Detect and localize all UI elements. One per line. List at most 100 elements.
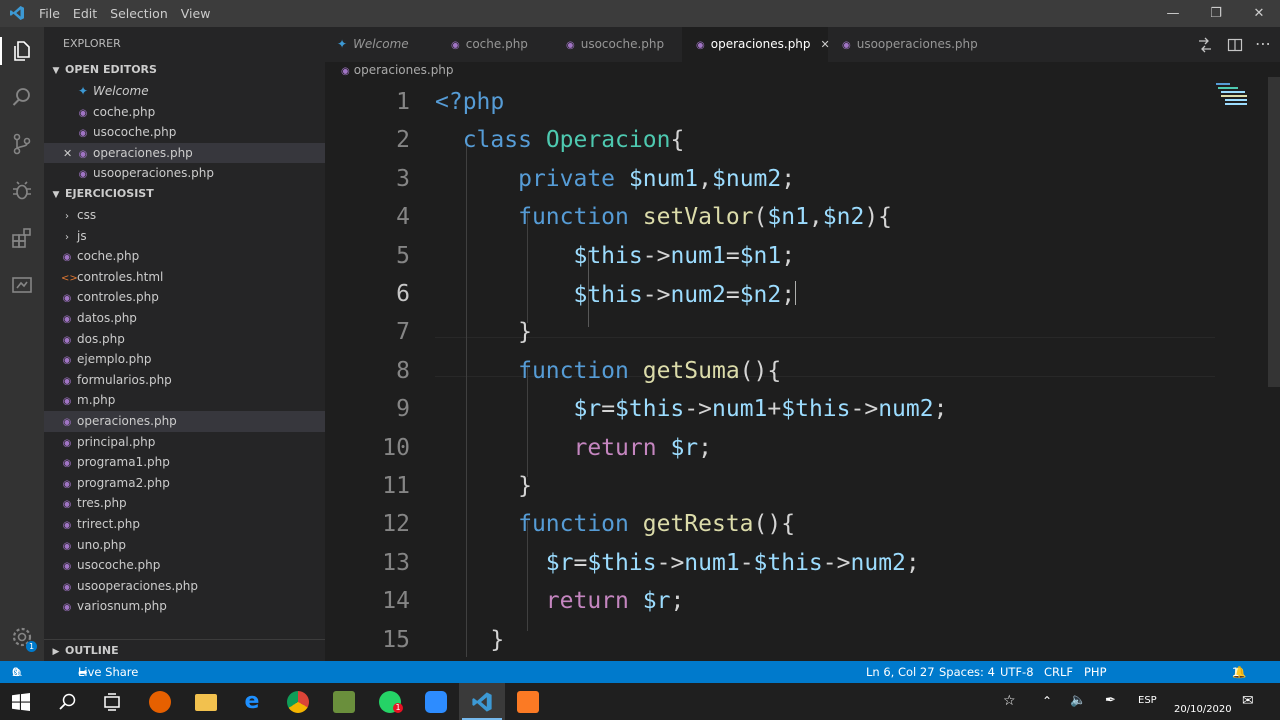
file-item[interactable]: ◉ tres.php [44, 493, 325, 514]
remote-explorer-icon[interactable] [10, 273, 34, 297]
clock-date[interactable]: 20/10/2020 [1174, 704, 1232, 715]
chevron-right-icon: › [65, 211, 69, 222]
people-icon[interactable]: ☆ [1003, 693, 1016, 709]
language-mode[interactable]: PHP [1084, 661, 1107, 683]
split-editor-icon[interactable] [1227, 37, 1243, 53]
code-editor[interactable]: 1 2 3 4 5 6 7 8 9 10 11 12 13 14 15 <?ph… [325, 89, 1280, 661]
open-editor-operaciones[interactable]: ✕ ◉ operaciones.php [44, 142, 325, 164]
menu-view[interactable]: View [181, 0, 211, 27]
explorer-icon[interactable] [10, 39, 34, 63]
open-editor-usocoche[interactable]: ◉ usocoche.php [44, 122, 325, 143]
indent-guide [527, 521, 528, 631]
indentation[interactable]: Spaces: 4 [939, 661, 995, 683]
file-item[interactable]: ◉ principal.php [44, 432, 325, 453]
file-item[interactable]: ◉ controles.php [44, 287, 325, 308]
vscode-logo-icon [10, 6, 24, 20]
code-line: } [435, 319, 532, 346]
close-window-button[interactable]: ✕ [1236, 0, 1280, 27]
open-editors-header[interactable]: ▼ OPEN EDITORS [44, 59, 325, 81]
open-editor-welcome[interactable]: ✦ Welcome [44, 81, 325, 102]
cursor-position[interactable]: Ln 6, Col 27 [866, 661, 935, 683]
chevron-down-icon: ▼ [52, 190, 60, 200]
folder-header[interactable]: ▼ EJERCICIOSIST [44, 183, 325, 205]
file-item-selected[interactable]: ◉ operaciones.php [44, 411, 325, 432]
file-explorer-icon[interactable] [195, 694, 217, 711]
notification-center-icon[interactable]: ✉ [1242, 693, 1254, 709]
compare-changes-icon[interactable] [1197, 37, 1213, 53]
title-bar: File Edit Selection View — ❐ ✕ [0, 0, 1280, 27]
editor-area: ✦ Welcome ◉ coche.php ◉ usocoche.php ◉ opera… [325, 27, 1280, 661]
file-item[interactable]: ◉ programa2.php [44, 473, 325, 494]
file-item[interactable]: ◉ formularios.php [44, 370, 325, 391]
menu-file[interactable]: File [39, 0, 60, 27]
debug-icon[interactable] [10, 179, 34, 203]
folder-js[interactable]: › js [44, 226, 325, 247]
end-of-line[interactable]: CRLF [1044, 661, 1073, 683]
tab-usooperaciones[interactable]: ◉ usooperaciones.php [828, 27, 978, 62]
line-number: 13 [382, 549, 410, 576]
php-icon: ◉ [842, 40, 851, 51]
status-bar: ⊗ 0 ⚠ 0 ➦ Live Share Ln 6, Col 27 Spaces… [0, 661, 1280, 683]
menu-edit[interactable]: Edit [73, 0, 97, 27]
firefox-icon[interactable] [149, 691, 171, 713]
zoom-icon[interactable] [425, 691, 447, 713]
folder-css[interactable]: › css [44, 205, 325, 226]
tab-bar: ✦ Welcome ◉ coche.php ◉ usocoche.php ◉ opera… [325, 27, 1280, 62]
outline-header[interactable]: ▶ OUTLINE [44, 639, 325, 662]
search-icon[interactable] [57, 691, 79, 713]
tab-usocoche[interactable]: ◉ usocoche.php [552, 27, 682, 62]
restore-button[interactable]: ❐ [1193, 0, 1239, 27]
explorer-title: EXPLORER [63, 37, 121, 50]
menu-selection[interactable]: Selection [110, 0, 168, 27]
file-item[interactable]: ◉ uno.php [44, 535, 325, 556]
file-item[interactable]: ◉ variosnum.php [44, 596, 325, 617]
file-item[interactable]: ◉ programa1.php [44, 452, 325, 473]
code-line: return $r; [573, 434, 712, 461]
vertical-scrollbar[interactable] [1268, 77, 1280, 387]
close-icon[interactable]: ✕ [63, 144, 77, 164]
windows-start-icon[interactable] [12, 693, 30, 711]
open-editor-usooperaciones[interactable]: ◉ usooperaciones.php [44, 163, 325, 184]
file-item[interactable]: <>controles.html [44, 267, 325, 288]
file-item[interactable]: ◉ trirect.php [44, 514, 325, 535]
file-item[interactable]: ◉ coche.php [44, 246, 325, 267]
file-item[interactable]: ◉ ejemplo.php [44, 349, 325, 370]
file-item[interactable]: ◉ usocoche.php [44, 555, 325, 576]
code-line: $r=$this->num1-$this->num2; [545, 549, 920, 576]
source-control-icon[interactable] [10, 132, 34, 156]
tab-operaciones[interactable]: ◉ operaciones.php ✕ [682, 27, 830, 62]
extensions-icon[interactable] [10, 226, 34, 250]
file-item[interactable]: ◉ dos.php [44, 329, 325, 350]
input-language[interactable]: ESP [1138, 695, 1157, 706]
search-icon[interactable] [10, 85, 34, 109]
chevron-up-icon[interactable]: ⌃ [1042, 694, 1052, 708]
open-editor-coche[interactable]: ◉ coche.php [44, 102, 325, 123]
line-number-current: 6 [396, 281, 410, 307]
tab-coche[interactable]: ◉ coche.php [437, 27, 552, 62]
file-item[interactable]: ◉ m.php [44, 390, 325, 411]
code-line-current: $this->num2=$n2; [573, 281, 797, 308]
php-icon: ◉ [62, 252, 72, 264]
more-actions-icon[interactable]: ⋯ [1255, 27, 1271, 60]
chrome-icon[interactable] [287, 691, 309, 713]
php-icon: ◉ [62, 478, 72, 490]
breadcrumb[interactable]: ◉ operaciones.php [341, 63, 454, 77]
php-icon: ◉ [341, 66, 350, 77]
encoding[interactable]: UTF-8 [1000, 661, 1034, 683]
minimap[interactable] [1216, 83, 1250, 113]
tab-welcome[interactable]: ✦ Welcome [325, 27, 437, 62]
file-item[interactable]: ◉ datos.php [44, 308, 325, 329]
vscode-taskbar-icon[interactable] [471, 691, 493, 713]
volume-icon[interactable]: 🔈 [1070, 693, 1086, 708]
file-item[interactable]: ◉ usooperaciones.php [44, 576, 325, 597]
php-icon: ◉ [451, 40, 460, 51]
activity-bar: 1 [0, 27, 44, 661]
xampp-icon[interactable] [517, 691, 539, 713]
app-icon[interactable] [333, 691, 355, 713]
edge-icon[interactable]: e [241, 691, 263, 713]
php-icon: ◉ [566, 40, 575, 51]
task-view-icon[interactable] [101, 691, 123, 713]
pen-icon[interactable]: ✒ [1105, 693, 1116, 708]
minimize-button[interactable]: — [1150, 0, 1196, 27]
php-icon: ◉ [78, 128, 88, 140]
